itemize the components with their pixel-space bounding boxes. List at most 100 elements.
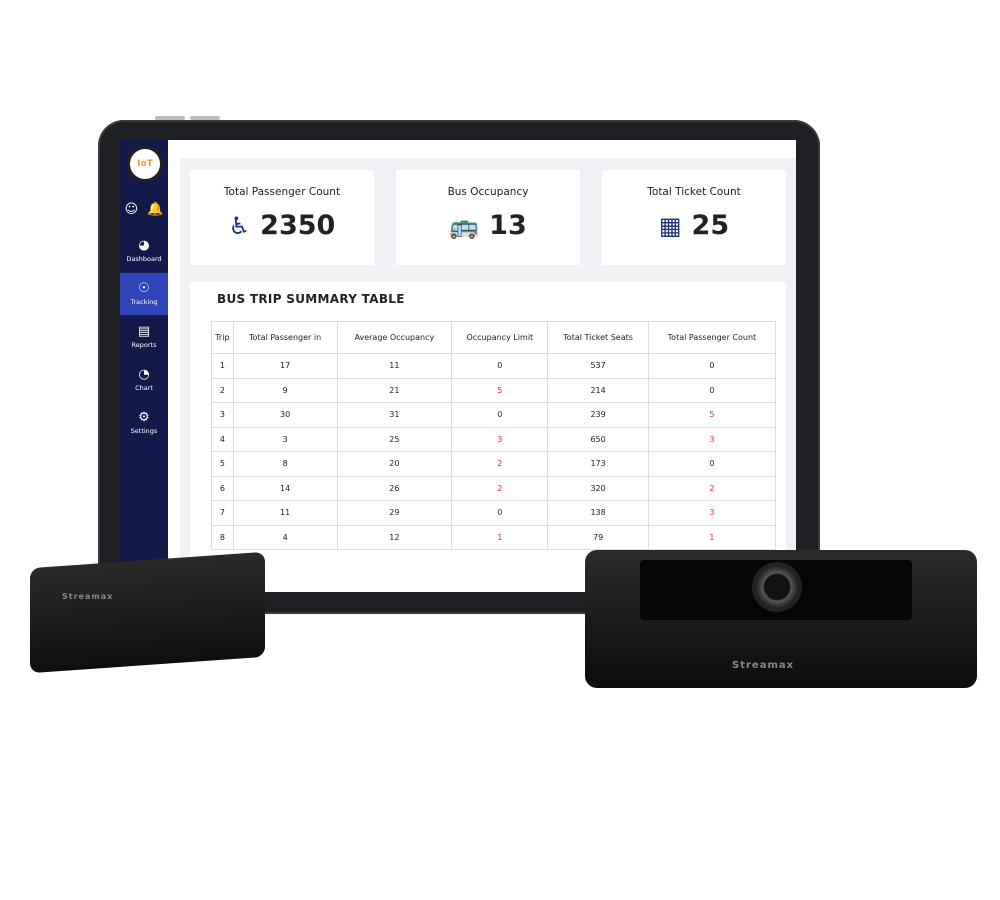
table-cell: 11	[232, 500, 338, 526]
column-header: Trip	[211, 321, 234, 354]
table-cell: 5	[451, 377, 549, 403]
table-cell: 0	[647, 377, 777, 403]
table-cell: 0	[451, 500, 549, 526]
mobile-dvr-device	[30, 551, 265, 674]
logo: IoT	[127, 146, 163, 182]
nav-label: Settings	[130, 427, 158, 435]
table-cell: 4	[232, 524, 338, 550]
column-header: Occupancy Limit	[451, 321, 549, 354]
table-cell: 239	[547, 402, 649, 428]
table-cell: 5	[647, 402, 777, 428]
table-cell: 11	[336, 353, 453, 379]
table-row: 3 30 31 0 239 5	[211, 402, 777, 428]
table-cell: 31	[336, 402, 453, 428]
sidebar-item-chart[interactable]: ◔ Chart	[120, 359, 168, 401]
table-cell: 14	[232, 475, 338, 501]
pie-chart-icon: ◔	[138, 367, 150, 382]
sidebar-item-dashboard[interactable]: ◕ Dashboard	[120, 230, 168, 272]
table-cell: 25	[336, 426, 453, 452]
nav-label: Chart	[135, 384, 153, 392]
table-cell: 3	[647, 500, 777, 526]
seated-passenger-icon: ♿	[228, 211, 251, 240]
table-cell: 320	[547, 475, 649, 501]
nav-label: Tracking	[130, 298, 158, 306]
column-header: Total Passenger in	[232, 321, 338, 354]
sidebar-item-tracking[interactable]: ☉ Tracking	[120, 273, 168, 315]
table-row: 2 9 21 5 214 0	[211, 377, 777, 403]
card-value: 25	[691, 210, 730, 241]
camera-lens	[752, 562, 802, 612]
user-icon[interactable]: ☺	[125, 202, 139, 217]
main-content: Total Passenger Count ♿ 2350 Bus Occupanc…	[180, 158, 796, 592]
trip-summary-table: Trip Total Passenger in Average Occupancy O…	[211, 321, 777, 550]
table-cell: 3	[451, 426, 549, 452]
table-cell: 1	[451, 524, 549, 550]
nav-label: Dashboard	[126, 255, 162, 263]
table-row: 8 4 12 1 79 1	[211, 524, 777, 550]
table-cell: 0	[451, 402, 549, 428]
card-title: Total Passenger Count	[223, 186, 341, 198]
table-cell: 1	[647, 524, 777, 550]
dvr-brand-label: Streamax	[62, 592, 114, 601]
table-cell: 173	[547, 451, 649, 477]
table-row: 4 3 25 3 650 3	[211, 426, 777, 452]
card-value: 2350	[260, 210, 336, 241]
column-header: Average Occupancy	[336, 321, 453, 354]
logo-text: IoT	[137, 159, 153, 169]
table-cell: 79	[547, 524, 649, 550]
table-cell: 9	[232, 377, 338, 403]
sidebar: IoT ☺ 🔔 ◕ Dashboard ☉ Tracking ▤ Reports ◔ C…	[120, 140, 168, 592]
table-cell: 2	[451, 451, 549, 477]
table-cell: 7	[211, 500, 234, 526]
table-cell: 214	[547, 377, 649, 403]
table-cell: 0	[451, 353, 549, 379]
column-header: Total Ticket Seats	[547, 321, 649, 354]
table-cell: 4	[211, 426, 234, 452]
table-cell: 537	[547, 353, 649, 379]
card-title: Total Ticket Count	[647, 186, 741, 198]
table-row: 1 17 11 0 537 0	[211, 353, 777, 379]
table-cell: 2	[211, 377, 234, 403]
table-cell: 5	[211, 451, 234, 477]
speedometer-icon: ◕	[138, 238, 150, 253]
table-cell: 3	[211, 402, 234, 428]
table-cell: 138	[547, 500, 649, 526]
table-cell: 650	[547, 426, 649, 452]
card-title: Bus Occupancy	[447, 186, 529, 198]
table-cell: 1	[211, 353, 234, 379]
ticket-counter-icon: ▦	[658, 211, 682, 240]
table-title: BUS TRIP SUMMARY TABLE	[217, 292, 405, 306]
table-cell: 8	[211, 524, 234, 550]
table-cell: 3	[232, 426, 338, 452]
table-cell: 21	[336, 377, 453, 403]
gear-icon: ⚙	[138, 410, 150, 425]
bell-icon[interactable]: 🔔	[147, 202, 163, 217]
trip-summary-panel: BUS TRIP SUMMARY TABLE Trip Total Passeng…	[190, 282, 786, 592]
table-cell: 26	[336, 475, 453, 501]
table-cell: 2	[451, 475, 549, 501]
sidebar-item-settings[interactable]: ⚙ Settings	[120, 402, 168, 444]
table-cell: 6	[211, 475, 234, 501]
table-cell: 29	[336, 500, 453, 526]
table-row: 6 14 26 2 320 2	[211, 475, 777, 501]
document-icon: ▤	[137, 324, 151, 339]
table-cell: 3	[647, 426, 777, 452]
table-cell: 0	[647, 451, 777, 477]
table-cell: 20	[336, 451, 453, 477]
table-cell: 2	[647, 475, 777, 501]
table-cell: 8	[232, 451, 338, 477]
table-cell: 12	[336, 524, 453, 550]
table-cell: 17	[232, 353, 338, 379]
table-cell: 30	[232, 402, 338, 428]
card-total-passenger-count: Total Passenger Count ♿ 2350	[190, 170, 374, 265]
table-cell: 0	[647, 353, 777, 379]
table-row: 7 11 29 0 138 3	[211, 500, 777, 526]
card-bus-occupancy: Bus Occupancy 🚌 13	[396, 170, 580, 265]
column-header: Total Passenger Count	[647, 321, 777, 354]
card-value: 13	[489, 210, 527, 241]
camera-brand-label: Streamax	[732, 660, 795, 671]
card-total-ticket-count: Total Ticket Count ▦ 25	[602, 170, 786, 265]
nav-label: Reports	[131, 341, 157, 349]
table-row: 5 8 20 2 173 0	[211, 451, 777, 477]
sidebar-item-reports[interactable]: ▤ Reports	[120, 316, 168, 358]
